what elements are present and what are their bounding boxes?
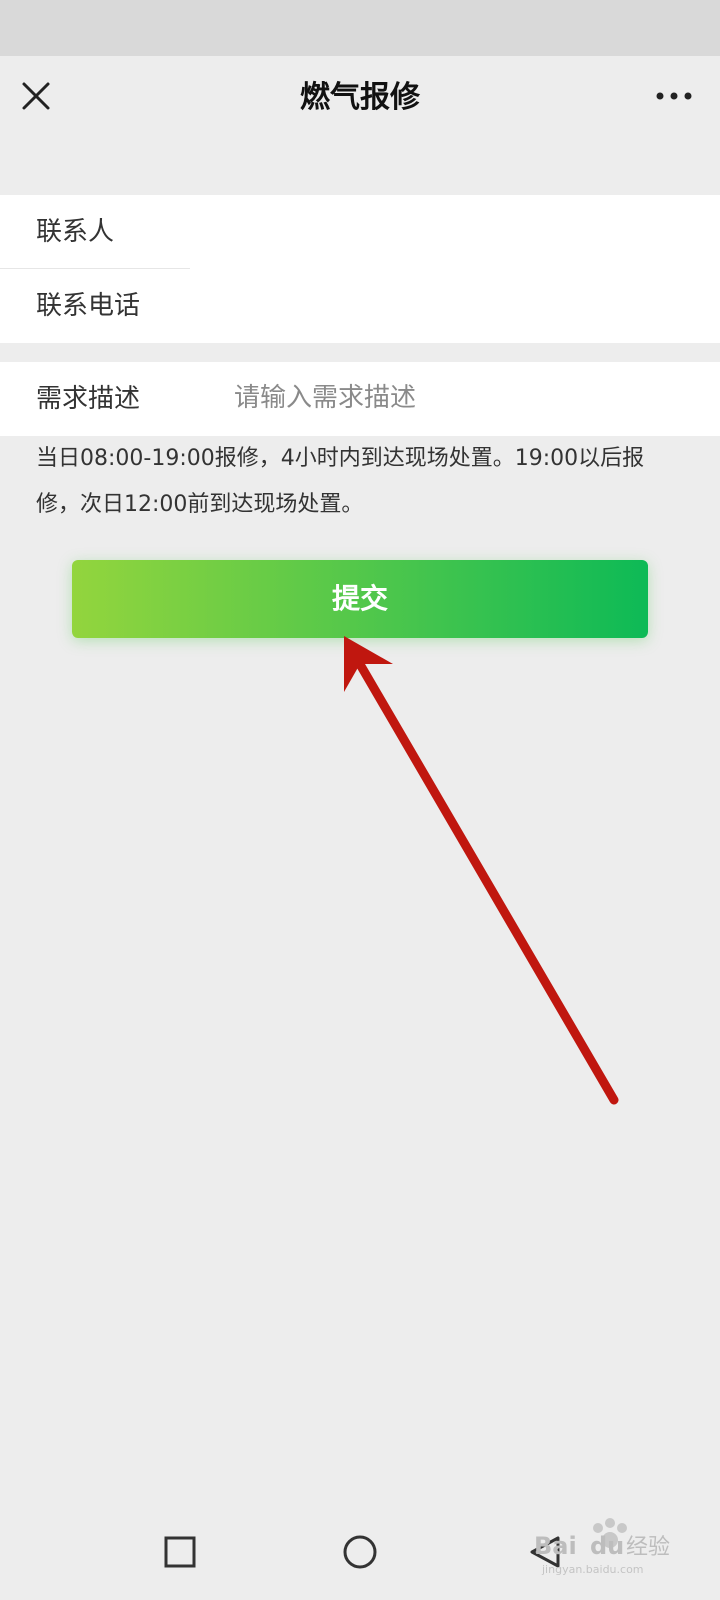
phone-row: 联系电话 — [0, 269, 720, 343]
svg-text:du: du — [590, 1532, 624, 1560]
svg-text:jingyan.baidu.com: jingyan.baidu.com — [541, 1563, 644, 1576]
page-title: 燃气报修 — [300, 80, 420, 115]
phone-label: 联系电话 — [36, 291, 141, 321]
circle-icon[interactable] — [338, 1530, 382, 1574]
description-row: 需求描述 — [0, 362, 720, 436]
svg-text:经验: 经验 — [626, 1535, 670, 1560]
description-form-group: 需求描述 — [0, 362, 720, 436]
square-icon[interactable] — [158, 1530, 202, 1574]
navigation-bar: 燃气报修 — [0, 56, 720, 144]
contact-form-group: 联系人 联系电话 — [0, 195, 720, 343]
submit-button[interactable]: 提交 — [72, 560, 648, 638]
description-label: 需求描述 — [36, 384, 141, 414]
svg-text:Bai: Bai — [534, 1532, 577, 1560]
phone-input[interactable] — [220, 283, 700, 327]
description-input[interactable] — [220, 376, 700, 420]
status-bar — [0, 0, 720, 56]
contact-label: 联系人 — [36, 217, 115, 247]
contact-row: 联系人 — [0, 195, 720, 269]
more-options-icon[interactable] — [652, 84, 696, 108]
contact-input[interactable] — [220, 209, 700, 253]
baidu-jingyan-logo: Bai du 经验 jingyan.baidu.com — [534, 1518, 670, 1576]
service-notice: 当日08:00-19:00报修，4小时内到达现场处置。19:00以后报修，次日1… — [36, 446, 645, 517]
